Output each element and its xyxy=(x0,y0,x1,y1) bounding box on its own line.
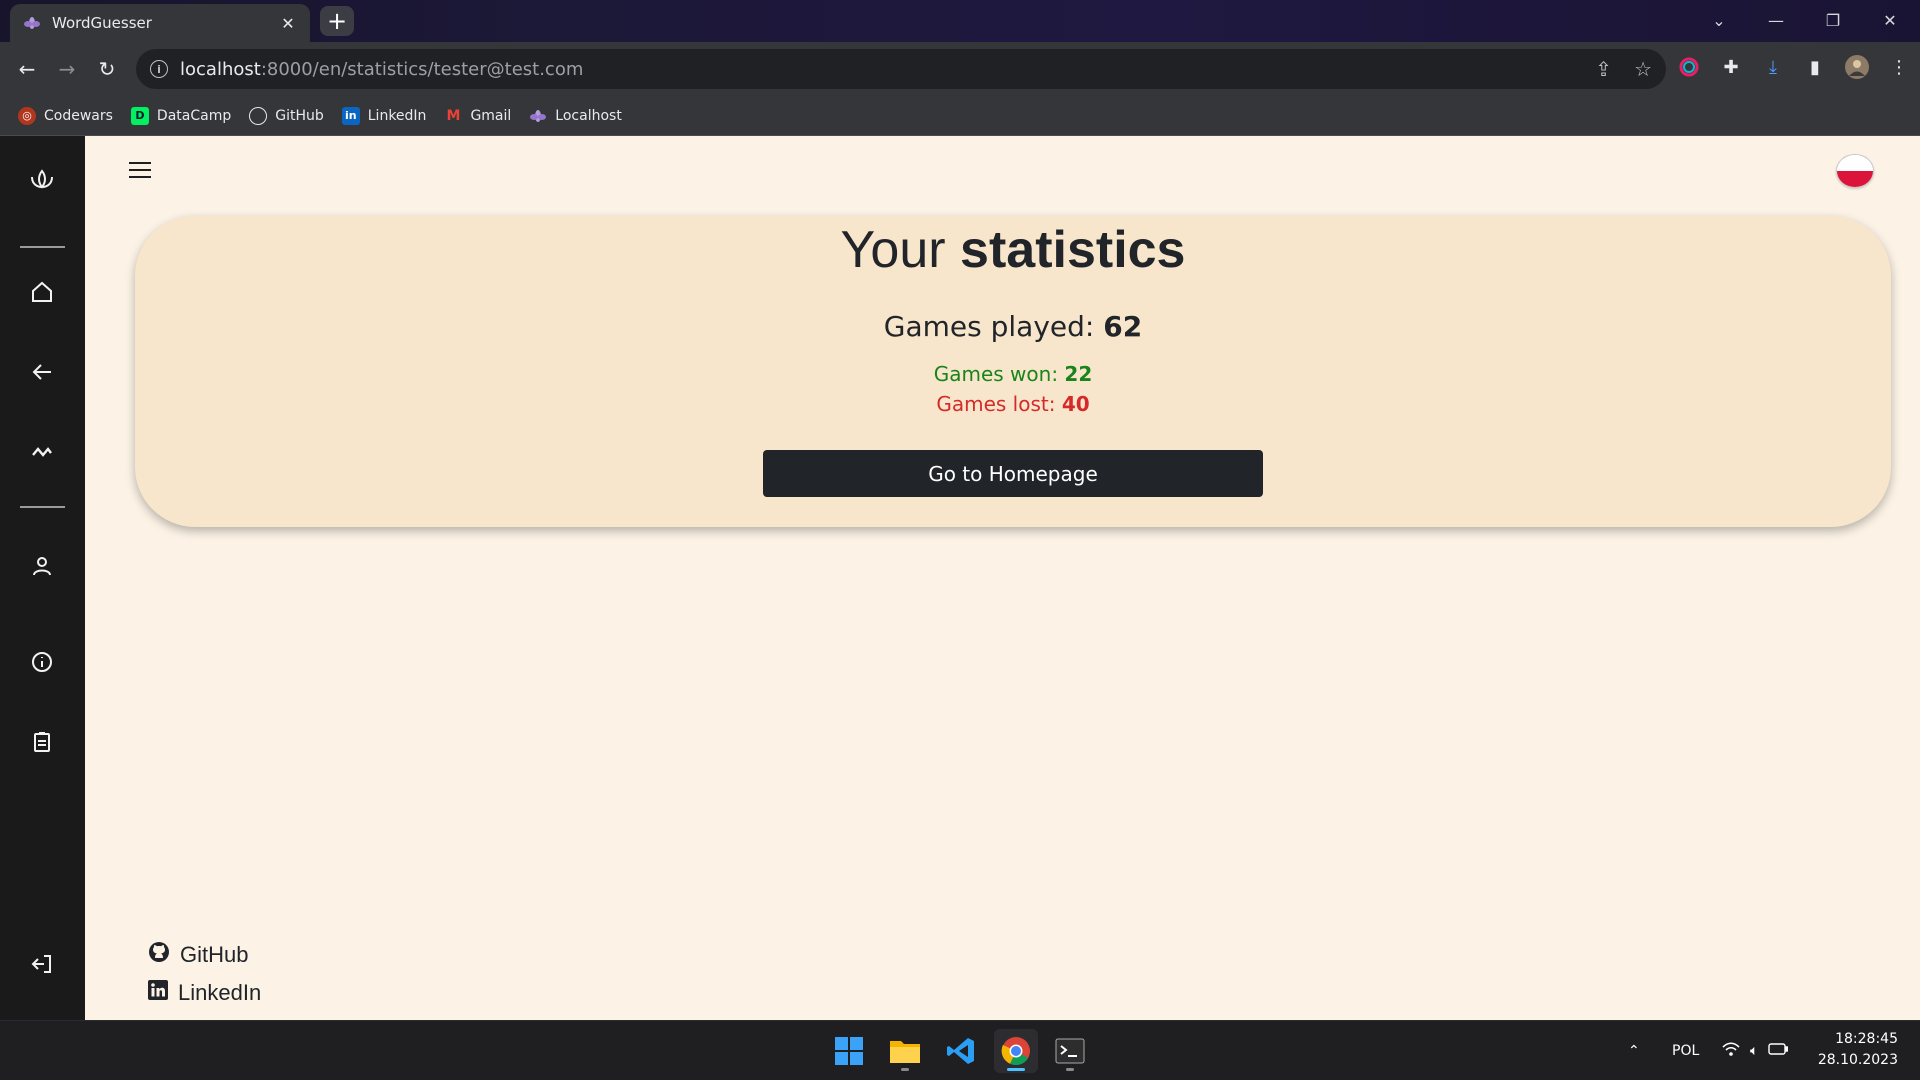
chrome-icon[interactable] xyxy=(994,1029,1038,1073)
tab-title: WordGuesser xyxy=(52,14,152,32)
linkedin-icon: in xyxy=(341,106,360,125)
footer-github-link[interactable]: GitHub xyxy=(148,936,261,974)
app-sidebar xyxy=(0,136,85,1020)
vscode-icon[interactable] xyxy=(939,1029,983,1073)
input-language[interactable]: POL xyxy=(1672,1021,1699,1080)
clock-date: 28.10.2023 xyxy=(1817,1052,1898,1068)
go-to-homepage-button[interactable]: Go to Homepage xyxy=(763,450,1263,497)
file-explorer-icon[interactable] xyxy=(883,1029,927,1073)
site-info-icon[interactable]: i xyxy=(150,60,168,78)
side-panel-icon[interactable]: ▮ xyxy=(1802,54,1828,80)
sidebar-divider xyxy=(20,506,65,508)
info-icon[interactable] xyxy=(24,644,60,680)
linkedin-icon xyxy=(148,980,168,1006)
tray-overflow-icon[interactable]: ⌃ xyxy=(1628,1021,1640,1080)
bookmarks-bar: ◎ Codewars D DataCamp GitHub in LinkedIn… xyxy=(0,96,1920,136)
taskbar-indicator xyxy=(901,1068,909,1071)
github-icon xyxy=(148,941,170,969)
lotus-icon xyxy=(529,107,547,125)
share-icon[interactable]: ⇪ xyxy=(1595,57,1612,81)
games-lost-label: Games lost: xyxy=(936,392,1062,416)
system-clock[interactable]: 18:28:45 28.10.2023 xyxy=(1816,1029,1898,1071)
extensions-puzzle-icon[interactable]: ✚ xyxy=(1718,54,1744,80)
back-icon[interactable]: ← xyxy=(12,54,42,84)
title-bold: statistics xyxy=(960,221,1186,279)
lotus-icon xyxy=(22,13,42,33)
close-window-icon[interactable]: ✕ xyxy=(1862,0,1918,40)
reload-icon[interactable]: ↻ xyxy=(92,54,122,84)
bookmark-gmail[interactable]: M Gmail xyxy=(444,107,511,125)
games-lost-value: 40 xyxy=(1061,392,1090,416)
statistics-icon[interactable] xyxy=(24,434,60,470)
tray-status[interactable]: 🔈︎ xyxy=(1722,1021,1789,1080)
url-host: localhost xyxy=(180,58,261,80)
bookmark-label: LinkedIn xyxy=(367,107,427,124)
url-path: :8000/en/statistics/tester@test.com xyxy=(260,58,584,80)
page-title: Your statistics xyxy=(135,220,1891,280)
menu-kebab-icon[interactable]: ⋮ xyxy=(1886,54,1912,80)
browser-tab-bar: WordGuesser ✕ + ⌄ — ❐ ✕ xyxy=(0,0,1920,42)
hamburger-menu-icon[interactable] xyxy=(129,162,151,180)
bookmark-github[interactable]: GitHub xyxy=(249,106,324,125)
chevron-down-icon[interactable]: ⌄ xyxy=(1691,0,1747,40)
games-played-value: 62 xyxy=(1103,310,1143,343)
clock-time: 18:28:45 xyxy=(1835,1031,1898,1047)
bookmark-codewars[interactable]: ◎ Codewars xyxy=(18,106,113,125)
games-played: Games played: 62 xyxy=(135,310,1891,343)
volume-icon: 🔈︎ xyxy=(1750,1043,1759,1059)
games-played-label: Games played: xyxy=(883,310,1104,343)
bookmark-linkedin[interactable]: in LinkedIn xyxy=(341,106,427,125)
bookmark-label: Gmail xyxy=(470,107,512,124)
sidebar-divider xyxy=(20,246,65,248)
footer-linkedin-label: LinkedIn xyxy=(178,980,262,1005)
restore-icon[interactable]: ❐ xyxy=(1805,0,1861,40)
bookmark-label: Localhost xyxy=(555,107,622,124)
codewars-icon: ◎ xyxy=(18,106,36,125)
back-arrow-icon[interactable] xyxy=(24,354,60,390)
games-won-value: 22 xyxy=(1064,362,1093,386)
forward-icon[interactable]: → xyxy=(52,54,82,84)
logo-lotus-icon[interactable] xyxy=(24,162,60,198)
profile-avatar[interactable] xyxy=(1844,54,1870,80)
logout-icon[interactable] xyxy=(24,946,60,982)
bookmark-datacamp[interactable]: D DataCamp xyxy=(130,106,232,125)
games-won-label: Games won: xyxy=(933,362,1065,386)
games-lost: Games lost: 40 xyxy=(135,392,1891,416)
taskbar-indicator xyxy=(1007,1068,1025,1071)
footer-links: GitHub LinkedIn xyxy=(148,936,261,1012)
bookmark-label: Codewars xyxy=(44,107,113,124)
taskbar-indicator xyxy=(1066,1068,1074,1071)
bookmark-localhost[interactable]: Localhost xyxy=(529,107,622,125)
datacamp-icon: D xyxy=(130,106,149,125)
main-content: Your statistics Games played: 62 Games w… xyxy=(85,136,1920,1020)
bookmark-star-icon[interactable]: ☆ xyxy=(1634,57,1652,81)
statistics-card: Your statistics Games played: 62 Games w… xyxy=(135,216,1891,527)
download-icon[interactable]: ⤓ xyxy=(1760,54,1786,80)
terminal-icon[interactable] xyxy=(1048,1029,1092,1073)
battery-icon xyxy=(1768,1043,1789,1059)
windows-start-icon[interactable] xyxy=(827,1029,871,1073)
home-icon[interactable] xyxy=(24,274,60,310)
browser-tab[interactable]: WordGuesser ✕ xyxy=(10,4,310,42)
poland-flag-icon[interactable] xyxy=(1836,154,1874,188)
windows-taskbar: ⌃ POL 🔈︎ 18:28:45 28.10.2023 xyxy=(0,1020,1920,1080)
color-extension-icon[interactable] xyxy=(1676,54,1702,80)
wifi-icon xyxy=(1722,1042,1740,1060)
new-tab-button[interactable]: + xyxy=(320,6,354,36)
close-icon[interactable]: ✕ xyxy=(278,14,298,33)
user-icon[interactable] xyxy=(24,548,60,584)
bookmark-label: GitHub xyxy=(275,107,324,124)
title-light: Your xyxy=(840,221,961,279)
github-icon xyxy=(249,106,268,125)
footer-github-label: GitHub xyxy=(180,942,249,967)
browser-toolbar: ← → ↻ i localhost:8000/en/statistics/tes… xyxy=(0,42,1920,96)
address-bar[interactable]: i localhost:8000/en/statistics/tester@te… xyxy=(136,49,1666,89)
bookmark-label: DataCamp xyxy=(156,107,232,124)
minimize-icon[interactable]: — xyxy=(1748,0,1804,40)
games-won: Games won: 22 xyxy=(135,362,1891,386)
footer-linkedin-link[interactable]: LinkedIn xyxy=(148,974,261,1012)
gmail-icon: M xyxy=(446,107,461,124)
clipboard-icon[interactable] xyxy=(24,724,60,760)
